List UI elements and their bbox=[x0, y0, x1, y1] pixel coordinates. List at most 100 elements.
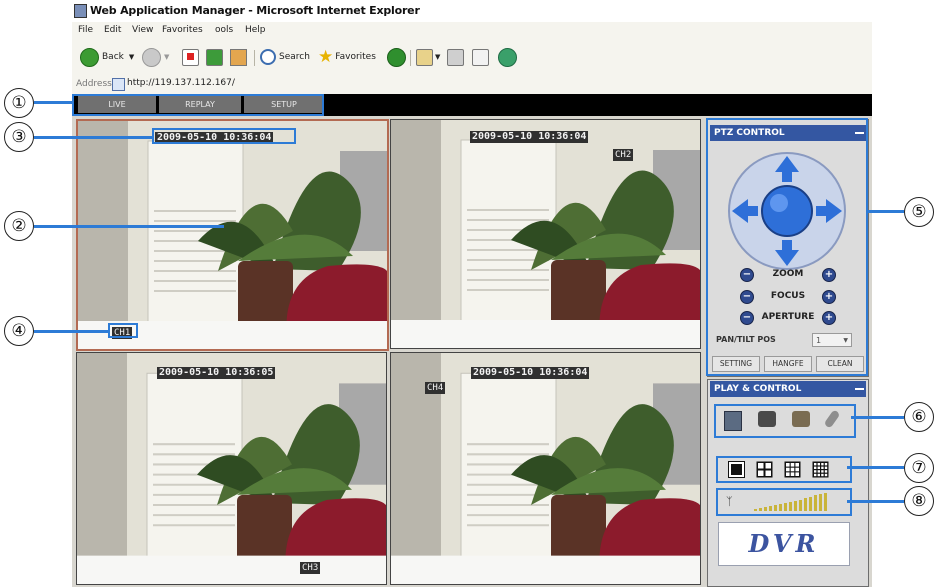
mail-button[interactable]: ▼ bbox=[416, 48, 440, 66]
history-icon bbox=[387, 47, 406, 67]
layout-4-icon[interactable] bbox=[756, 461, 773, 478]
camera-view-ch1[interactable]: 2009-05-10 10:36:04 CH1 bbox=[76, 119, 389, 351]
camera-channel-label: CH2 bbox=[613, 149, 634, 161]
channel-label-highlight bbox=[108, 323, 138, 338]
back-icon bbox=[80, 47, 99, 67]
address-label: Address bbox=[76, 79, 112, 89]
menu-help[interactable]: Help bbox=[245, 25, 266, 35]
callout-line-5 bbox=[868, 210, 904, 213]
menu-tools[interactable]: ools bbox=[215, 25, 233, 35]
messenger-icon bbox=[498, 47, 517, 67]
callout-5: ⑤ bbox=[904, 197, 934, 227]
volume-control: ᛉ bbox=[716, 488, 852, 516]
play-panel-header: PLAY & CONTROL bbox=[710, 381, 866, 397]
title-bar: Web Application Manager - Microsoft Inte… bbox=[72, 0, 872, 23]
snapshot-icon[interactable] bbox=[758, 411, 776, 427]
dropdown-icon: ▼ bbox=[128, 53, 135, 61]
menu-file[interactable]: File bbox=[78, 25, 93, 35]
camera-view-ch4[interactable]: 2009-05-10 10:36:04 CH4 bbox=[390, 352, 701, 585]
callout-3: ③ bbox=[4, 122, 34, 152]
toolbar-separator bbox=[410, 50, 411, 66]
edit-icon bbox=[472, 48, 489, 66]
ptz-highlight-box bbox=[706, 118, 868, 376]
browser-window: Web Application Manager - Microsoft Inte… bbox=[72, 0, 872, 94]
dvr-logo-text: DVR bbox=[748, 529, 820, 558]
action-toolbar bbox=[714, 404, 856, 438]
menu-view[interactable]: View bbox=[132, 25, 153, 35]
callout-8: ⑧ bbox=[904, 486, 934, 516]
camera-timestamp: 2009-05-10 10:36:05 bbox=[157, 367, 276, 379]
play-panel-title: PLAY & CONTROL bbox=[714, 384, 802, 394]
page-icon bbox=[112, 78, 125, 91]
callout-line-2 bbox=[34, 225, 224, 228]
camera-view-ch2[interactable]: 2009-05-10 10:36:04 CH2 bbox=[390, 119, 701, 349]
menu-favorites[interactable]: Favorites bbox=[162, 25, 203, 35]
callout-line-6 bbox=[851, 416, 904, 419]
layout-16-icon[interactable] bbox=[812, 461, 829, 478]
camera-timestamp: 2009-05-10 10:36:04 bbox=[471, 367, 590, 379]
back-button[interactable]: Back ▼ bbox=[80, 47, 135, 67]
favorites-label: Favorites bbox=[335, 52, 376, 62]
timestamp-highlight bbox=[152, 128, 296, 144]
camera-feed-ch3 bbox=[77, 353, 386, 584]
nav-highlight-box bbox=[72, 94, 324, 116]
menu-edit[interactable]: Edit bbox=[104, 25, 121, 35]
refresh-icon bbox=[206, 48, 223, 66]
camera-channel-label: CH3 bbox=[300, 562, 321, 574]
callout-1: ① bbox=[4, 88, 34, 118]
minimize-icon[interactable] bbox=[855, 382, 864, 390]
forward-icon bbox=[142, 47, 161, 67]
favorites-icon: ★ bbox=[318, 47, 334, 67]
search-button[interactable]: Search bbox=[260, 48, 310, 66]
camera-icon[interactable] bbox=[792, 411, 810, 427]
camera-channel-label: CH4 bbox=[425, 382, 446, 394]
dropdown-icon: ▼ bbox=[435, 53, 441, 61]
forward-button[interactable]: ▼ bbox=[142, 47, 170, 67]
dvr-logo: DVR bbox=[718, 522, 850, 566]
print-icon bbox=[447, 48, 464, 66]
home-icon bbox=[230, 48, 247, 66]
speaker-icon[interactable]: ᛉ bbox=[726, 495, 733, 508]
search-label: Search bbox=[279, 52, 310, 62]
split-layout-bar bbox=[716, 456, 852, 483]
record-icon[interactable] bbox=[724, 411, 742, 431]
play-control-panel: PLAY & CONTROL ᛉ DVR bbox=[707, 379, 869, 587]
camera-feed-ch1 bbox=[78, 121, 387, 349]
back-label: Back bbox=[102, 52, 124, 62]
callout-7: ⑦ bbox=[904, 453, 934, 483]
messenger-button[interactable] bbox=[498, 47, 520, 67]
callout-line-1 bbox=[34, 101, 72, 104]
callout-line-8 bbox=[847, 500, 904, 503]
camera-view-ch3[interactable]: 2009-05-10 10:36:05 CH3 bbox=[76, 352, 387, 585]
dropdown-icon: ▼ bbox=[164, 53, 170, 61]
microphone-icon[interactable] bbox=[823, 409, 841, 429]
print-button[interactable] bbox=[447, 48, 464, 66]
layout-1-icon[interactable] bbox=[728, 461, 745, 478]
address-input[interactable]: http://119.137.112.167/ bbox=[127, 78, 235, 88]
address-bar: Address http://119.137.112.167/ bbox=[72, 74, 872, 94]
mail-icon bbox=[416, 48, 433, 66]
callout-line-4 bbox=[34, 330, 108, 333]
camera-timestamp: 2009-05-10 10:36:04 bbox=[470, 131, 589, 143]
menu-bar: File Edit View Favorites ools Help bbox=[72, 22, 872, 41]
layout-9-icon[interactable] bbox=[784, 461, 801, 478]
window-title: Web Application Manager - Microsoft Inte… bbox=[90, 4, 420, 17]
volume-slider[interactable] bbox=[754, 492, 832, 512]
edit-button[interactable] bbox=[472, 48, 489, 66]
standard-toolbar: Back ▼ ▼ Search ★ Favorites ▼ bbox=[72, 40, 872, 75]
callout-line-3 bbox=[34, 136, 152, 139]
callout-4: ④ bbox=[4, 316, 34, 346]
history-button[interactable] bbox=[387, 47, 409, 67]
search-icon bbox=[260, 49, 276, 65]
refresh-button[interactable] bbox=[206, 48, 223, 66]
camera-feed-ch2 bbox=[391, 120, 700, 348]
toolbar-separator bbox=[254, 50, 255, 66]
callout-line-7 bbox=[847, 466, 904, 469]
callout-2: ② bbox=[4, 211, 34, 241]
stop-button[interactable] bbox=[182, 48, 199, 66]
stop-icon bbox=[182, 48, 199, 66]
home-button[interactable] bbox=[230, 48, 247, 66]
callout-6: ⑥ bbox=[904, 402, 934, 432]
ie-app-icon bbox=[74, 4, 87, 18]
favorites-button[interactable]: ★ Favorites bbox=[318, 47, 376, 67]
